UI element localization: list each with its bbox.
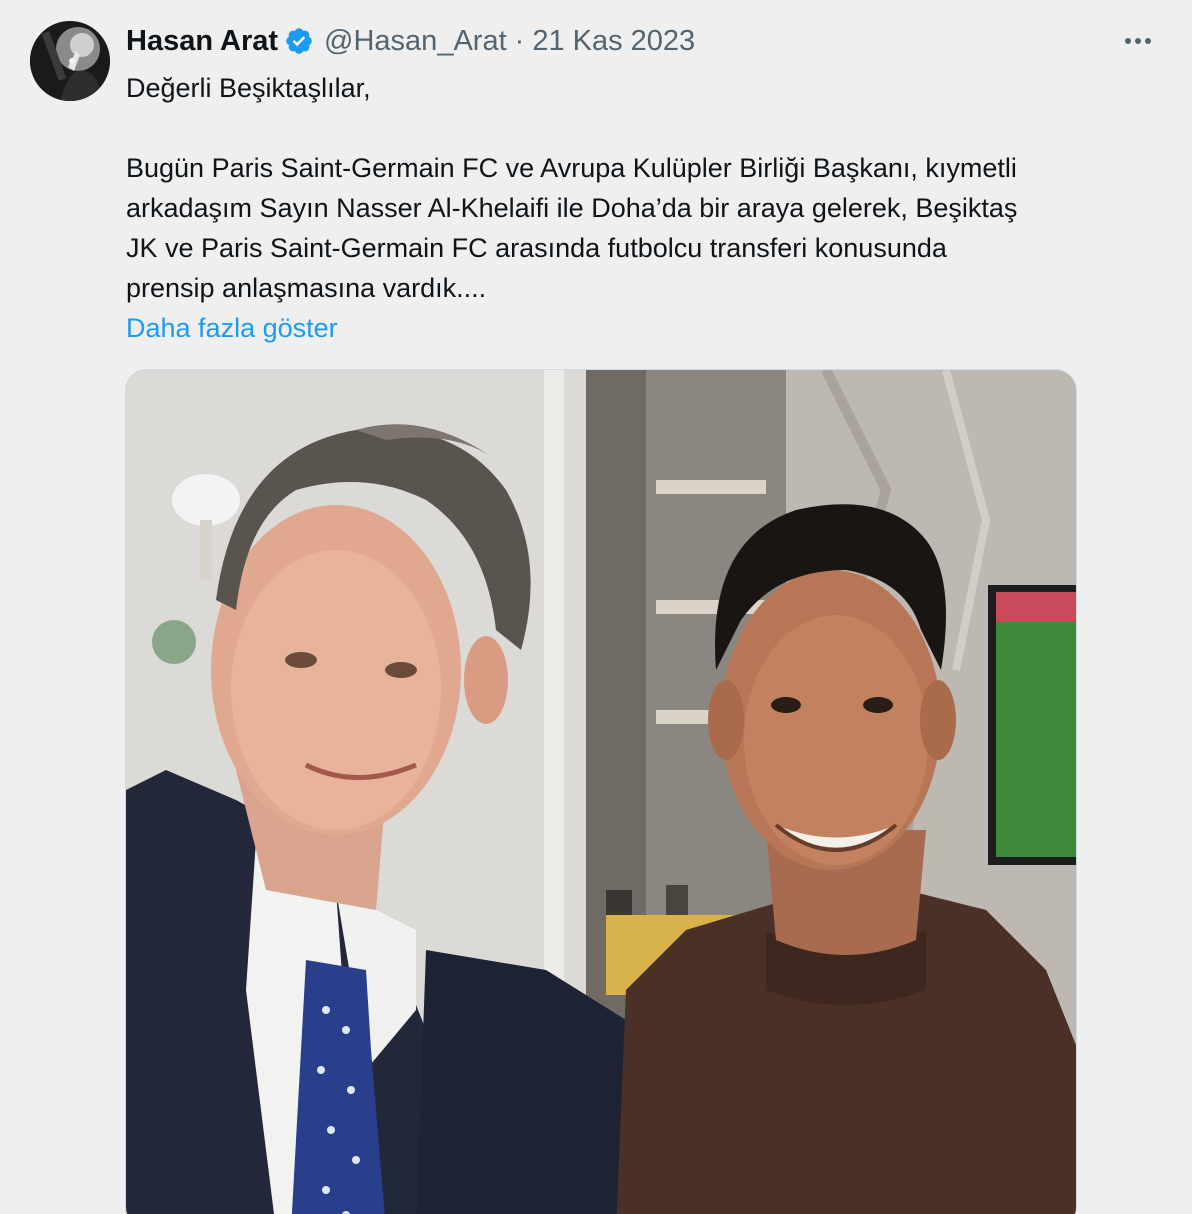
verified-badge-icon[interactable] (284, 26, 314, 56)
show-more-link[interactable]: Daha fazla göster (126, 308, 338, 348)
tweet-text-line: arkadaşım Sayın Nasser Al-Khelaifi ile D… (126, 193, 1018, 223)
author-name[interactable]: Hasan Arat (126, 25, 278, 58)
tweet-date[interactable]: 21 Kas 2023 (532, 25, 695, 58)
more-horizontal-icon[interactable] (1118, 26, 1158, 56)
tweet[interactable]: Hasan Arat @Hasan_Arat · 21 Kas 2023 Değ… (0, 0, 1192, 1214)
tweet-header: Hasan Arat @Hasan_Arat · 21 Kas 2023 (126, 22, 695, 60)
tweet-text: Değerli Beşiktaşlılar, Bugün Paris Saint… (126, 68, 1166, 348)
tweet-text-line: Bugün Paris Saint-Germain FC ve Avrupa K… (126, 153, 1017, 183)
tweet-text-line: prensip anlaşmasına vardık.... (126, 273, 487, 303)
tweet-text-line: Değerli Beşiktaşlılar, (126, 73, 371, 103)
separator-dot: · (514, 24, 525, 57)
photo-image (126, 370, 1076, 1214)
author-handle[interactable]: @Hasan_Arat (324, 25, 507, 58)
author-avatar[interactable] (30, 21, 110, 101)
tweet-text-line: JK ve Paris Saint-Germain FC arasında fu… (126, 233, 947, 263)
tweet-photo[interactable] (125, 369, 1077, 1214)
avatar-image (30, 21, 110, 101)
